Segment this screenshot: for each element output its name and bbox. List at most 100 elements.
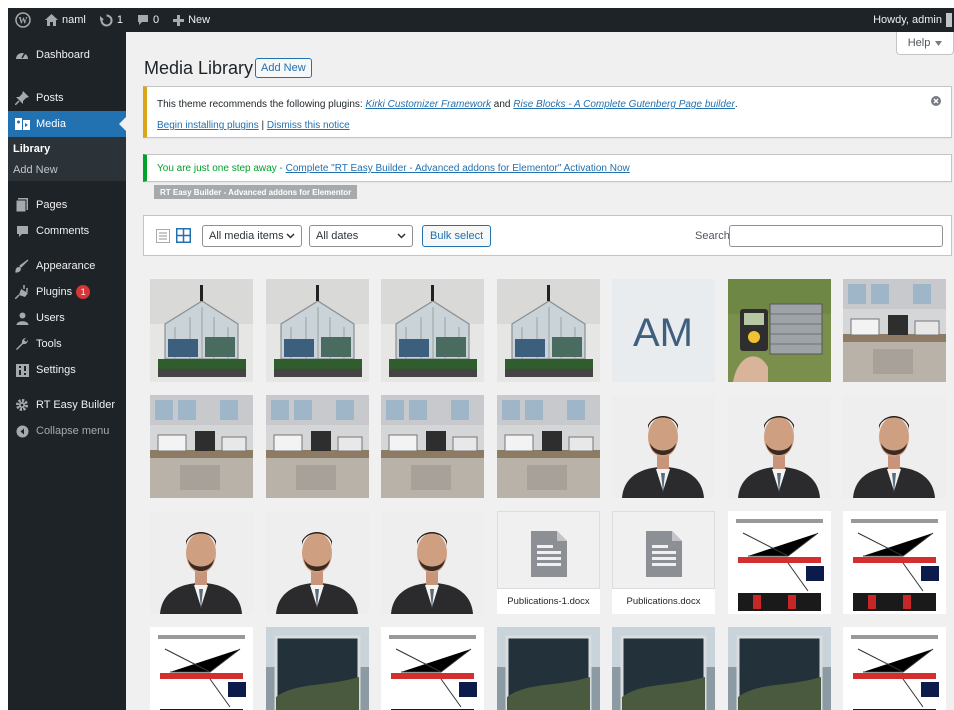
attachment-thumbnail [266, 511, 369, 614]
sidebar-item-tools[interactable]: Tools [8, 331, 126, 357]
media-type-filter[interactable]: All media items [202, 225, 302, 247]
document-icon [646, 531, 682, 577]
sidebar-item-dashboard[interactable]: Dashboard [8, 42, 126, 68]
help-tab-button[interactable]: Help [896, 32, 954, 55]
attachment-thumbnail [150, 511, 253, 614]
collapse-menu-button[interactable]: Collapse menu [8, 418, 126, 444]
sidebar-item-users[interactable]: Users [8, 305, 126, 331]
attachment-thumbnail [381, 395, 484, 498]
wordpress-logo-button[interactable]: W [8, 8, 38, 32]
updates-count: 1 [116, 14, 123, 26]
attachment-greenhouse[interactable] [150, 279, 253, 382]
plus-icon [173, 14, 185, 26]
sidebar-item-posts[interactable]: Posts [8, 85, 126, 111]
sidebar-item-plugins[interactable]: Plugins 1 [8, 279, 126, 305]
attachment-lab[interactable] [150, 395, 253, 498]
my-account-link[interactable]: Howdy, admin [873, 13, 954, 27]
logo-text: AM [633, 311, 693, 355]
attachment-photo[interactable] [728, 627, 831, 710]
attachment-thumbnail [266, 279, 369, 382]
chevron-down-icon [286, 233, 295, 239]
attachment-lab[interactable] [266, 395, 369, 498]
rise-blocks-plugin-link[interactable]: Rise Blocks - A Complete Gutenberg Page … [513, 99, 735, 110]
search-label: Search [695, 230, 730, 242]
attachment-solar-panel[interactable] [728, 279, 831, 382]
submenu-library[interactable]: Library [13, 143, 50, 155]
attachment-diagram[interactable] [843, 627, 946, 710]
attachment-thumbnail [843, 627, 946, 710]
close-icon[interactable] [931, 96, 941, 106]
attachment-photo[interactable] [612, 627, 715, 710]
attachment-portrait[interactable] [612, 395, 715, 498]
attachment-portrait[interactable] [381, 511, 484, 614]
attachment-thumbnail [728, 279, 831, 382]
updates-link[interactable]: 1 [93, 8, 130, 32]
media-icon [11, 117, 33, 131]
collapse-icon [11, 425, 33, 438]
dashboard-icon [11, 48, 33, 62]
attachment-greenhouse[interactable] [381, 279, 484, 382]
attachment-document[interactable]: Publications-1.docx [497, 511, 600, 614]
sidebar-item-rt-easy-builder[interactable]: RT Easy Builder [8, 392, 126, 418]
svg-text:W: W [19, 16, 28, 26]
kirki-plugin-link[interactable]: Kirki Customizer Framework [365, 99, 491, 110]
attachment-diagram[interactable] [728, 511, 831, 614]
attachment-lab[interactable] [843, 279, 946, 382]
attachment-greenhouse[interactable] [266, 279, 369, 382]
attachment-logo[interactable]: AM [612, 279, 715, 382]
attachment-thumbnail [150, 279, 253, 382]
add-new-button[interactable]: Add New [255, 58, 312, 78]
comment-icon [11, 225, 33, 238]
home-icon [45, 14, 58, 26]
plugins-update-badge: 1 [76, 285, 91, 299]
admin-bar: W naml 1 0 New Howdy, admin [8, 8, 954, 32]
new-content-link[interactable]: New [166, 8, 217, 32]
attachment-photo[interactable] [266, 627, 369, 710]
begin-installing-link[interactable]: Begin installing plugins [157, 120, 259, 131]
media-toolbar: All media items All dates Bulk select Se… [143, 215, 952, 256]
plugin-name-tooltip: RT Easy Builder - Advanced addons for El… [154, 185, 358, 199]
sidebar-item-comments[interactable]: Comments [8, 218, 126, 244]
comment-bubble-icon [137, 15, 148, 25]
attachment-thumbnail [612, 627, 715, 710]
date-filter[interactable]: All dates [309, 225, 413, 247]
search-input[interactable] [729, 225, 943, 247]
submenu-add-new[interactable]: Add New [13, 164, 58, 176]
attachment-portrait[interactable] [728, 395, 831, 498]
attachment-document[interactable]: Publications.docx [612, 511, 715, 614]
brush-icon [11, 259, 33, 273]
dismiss-notice-link[interactable]: Dismiss this notice [267, 120, 350, 131]
sidebar-item-media[interactable]: Media [8, 111, 126, 137]
sidebar-item-pages[interactable]: Pages [8, 192, 126, 218]
user-icon [11, 312, 33, 325]
attachment-lab[interactable] [381, 395, 484, 498]
attachment-filename: Publications.docx [612, 588, 715, 614]
attachment-thumbnail [728, 511, 831, 614]
attachment-portrait[interactable] [150, 511, 253, 614]
activation-link[interactable]: Complete "RT Easy Builder - Advanced add… [286, 163, 630, 174]
recommended-plugins-notice: This theme recommends the following plug… [143, 86, 952, 138]
attachment-thumbnail [381, 279, 484, 382]
attachment-photo[interactable] [497, 627, 600, 710]
attachment-portrait[interactable] [843, 395, 946, 498]
attachment-diagram[interactable] [381, 627, 484, 710]
site-name: naml [62, 14, 86, 26]
wordpress-logo-icon: W [15, 12, 31, 28]
sidebar-item-settings[interactable]: Settings [8, 357, 126, 383]
attachment-diagram[interactable] [843, 511, 946, 614]
new-label: New [188, 14, 211, 26]
bulk-select-button[interactable]: Bulk select [422, 225, 492, 247]
comments-link[interactable]: 0 [130, 8, 166, 32]
grid-view-icon[interactable] [176, 228, 191, 243]
attachment-lab[interactable] [497, 395, 600, 498]
attachment-greenhouse[interactable] [497, 279, 600, 382]
page-title: Media Library [144, 58, 254, 78]
list-view-icon[interactable] [156, 229, 170, 243]
attachment-portrait[interactable] [266, 511, 369, 614]
sidebar-item-appearance[interactable]: Appearance [8, 253, 126, 279]
site-name-link[interactable]: naml [38, 8, 93, 32]
document-icon [531, 531, 567, 577]
attachment-diagram[interactable] [150, 627, 253, 710]
attachment-thumbnail [843, 511, 946, 614]
attachment-thumbnail: AM [612, 279, 715, 382]
